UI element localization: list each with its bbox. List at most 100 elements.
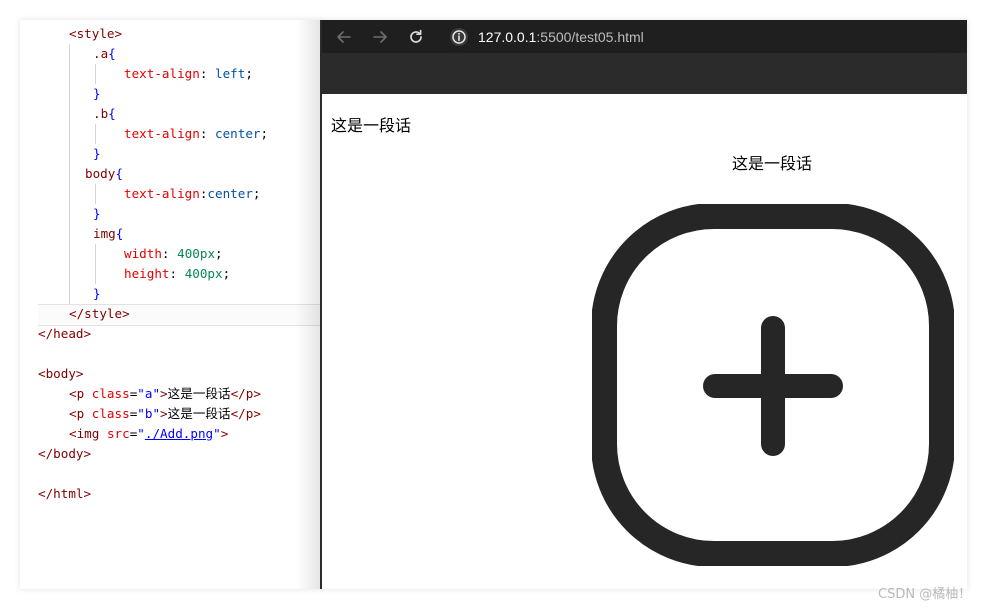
code-line: width: 400px; xyxy=(124,244,223,264)
code-token: .b xyxy=(93,106,109,121)
arrow-left-icon xyxy=(337,31,351,43)
code-line: } xyxy=(93,284,101,304)
code-token: ; xyxy=(245,66,253,81)
code-token: } xyxy=(93,86,101,101)
code-token: : xyxy=(161,246,170,261)
code-token: .a xyxy=(93,46,109,61)
code-line: .b{ xyxy=(93,104,116,124)
code-line: <p class="a">这是一段话</p> xyxy=(69,384,261,404)
code-token: img xyxy=(93,226,116,241)
code-line: <style> xyxy=(69,24,122,44)
code-token: left xyxy=(215,66,246,81)
code-token: </p> xyxy=(230,386,261,401)
code-token: : xyxy=(169,266,178,281)
code-token: > xyxy=(160,386,168,401)
code-line: text-align: center; xyxy=(124,124,268,144)
code-line: body{ xyxy=(85,164,123,184)
code-line: </style> xyxy=(69,304,130,324)
code-line: </head> xyxy=(38,324,91,344)
code-token: text-align xyxy=(124,66,200,81)
code-token: ; xyxy=(222,266,231,281)
code-token: <style> xyxy=(69,26,123,41)
paragraph-a: 这是一段话 xyxy=(331,116,412,135)
code-token: <p xyxy=(69,406,85,421)
code-line: </html> xyxy=(38,484,91,504)
code-line: <p class="b">这是一段话</p> xyxy=(69,404,261,424)
code-line: img{ xyxy=(93,224,123,244)
code-line: } xyxy=(93,144,101,164)
code-token: </p> xyxy=(230,406,261,421)
code-token: <body> xyxy=(38,366,84,381)
reload-icon xyxy=(410,29,422,43)
browser-window: 127.0.0.1:5500/test05.html 这是一段话 这是一段话 xyxy=(322,20,967,589)
code-token: ; xyxy=(260,126,269,141)
code-token: : xyxy=(199,66,208,81)
code-token: " xyxy=(213,426,221,441)
code-token: height xyxy=(124,266,170,281)
code-token: width xyxy=(124,246,162,261)
indent-guide xyxy=(95,64,96,84)
code-token: text-align xyxy=(124,126,200,141)
indent-guide xyxy=(69,44,70,304)
code-token: center xyxy=(207,186,253,201)
url-text: 127.0.0.1:5500/test05.html xyxy=(478,23,644,51)
code-token: src xyxy=(106,426,130,441)
address-bar[interactable]: 127.0.0.1:5500/test05.html xyxy=(443,23,953,51)
info-icon xyxy=(452,30,466,44)
code-token: center xyxy=(215,126,261,141)
code-token: body xyxy=(85,166,116,181)
code-token: 这是一段话 xyxy=(167,386,231,401)
code-token: 这是一段话 xyxy=(167,406,231,421)
back-button[interactable] xyxy=(333,26,355,48)
pane-shadow xyxy=(296,20,320,589)
code-token: text-align xyxy=(124,186,200,201)
site-info-button[interactable] xyxy=(450,28,468,46)
code-token: : xyxy=(199,126,208,141)
code-line: height: 400px; xyxy=(124,264,230,284)
code-token: <img xyxy=(69,426,100,441)
indent-guide xyxy=(95,124,96,144)
url-host: 127.0.0.1 xyxy=(478,29,537,45)
code-line: .a{ xyxy=(93,44,116,64)
arrow-right-icon xyxy=(373,31,387,43)
code-token: </head> xyxy=(38,326,92,341)
code-token: 400px xyxy=(177,246,216,261)
code-token: } xyxy=(93,286,101,301)
indent-guide xyxy=(95,184,96,204)
code-token: { xyxy=(115,226,124,241)
screenshot-frame: <style> .a{ text-align: left; } .b{ text… xyxy=(20,20,967,589)
code-line: } xyxy=(93,84,101,104)
code-line: <body> xyxy=(38,364,84,384)
code-token: } xyxy=(93,206,101,221)
code-token: } xyxy=(93,146,101,161)
code-token: <p xyxy=(69,386,85,401)
code-line: </body> xyxy=(38,444,91,464)
code-token: 400px xyxy=(184,266,223,281)
code-token: class xyxy=(91,386,130,401)
code-editor[interactable]: <style> .a{ text-align: left; } .b{ text… xyxy=(20,20,320,589)
forward-button[interactable] xyxy=(369,26,391,48)
paragraph-b: 这是一段话 xyxy=(731,154,812,173)
code-token: { xyxy=(108,106,116,121)
watermark: CSDN @橘柚！ xyxy=(878,587,972,602)
reload-button[interactable] xyxy=(405,26,427,48)
page-viewport: 这是一段话 这是一段话 xyxy=(322,94,967,589)
code-token: </html> xyxy=(38,486,92,501)
code-token: ; xyxy=(215,246,223,261)
code-token: > xyxy=(160,406,168,421)
plus-square-icon xyxy=(592,204,954,566)
url-path: :5500/test05.html xyxy=(536,29,644,45)
bookmarks-bar xyxy=(322,53,967,94)
indent-guide xyxy=(95,244,96,284)
code-token: { xyxy=(108,46,116,61)
code-token: " xyxy=(137,426,145,441)
code-line: text-align:center; xyxy=(124,184,261,204)
browser-toolbar: 127.0.0.1:5500/test05.html xyxy=(322,20,967,53)
code-link[interactable]: ./Add.png xyxy=(145,426,213,441)
code-token: { xyxy=(115,166,123,181)
code-token: > xyxy=(220,426,229,441)
code-token: class xyxy=(91,406,130,421)
code-line: <img src="./Add.png"> xyxy=(69,424,228,444)
code-token: </style> xyxy=(69,306,130,321)
code-token: ; xyxy=(252,186,261,201)
